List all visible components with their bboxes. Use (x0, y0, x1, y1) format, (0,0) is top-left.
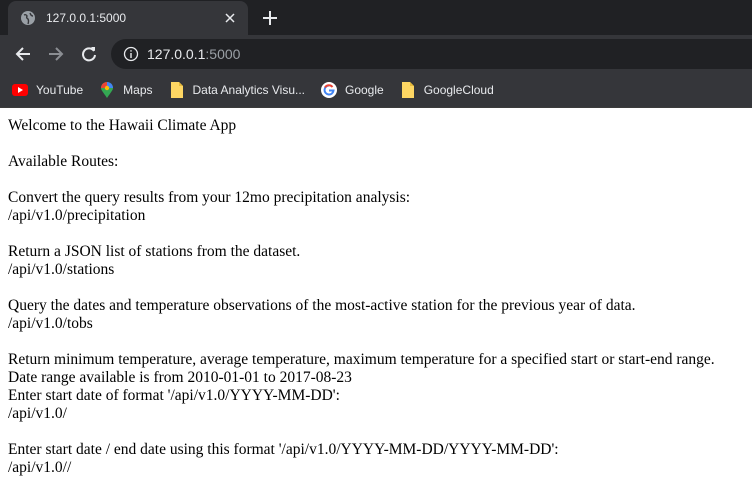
folder-icon (169, 82, 185, 98)
url-host: 127.0.0.1 (147, 46, 206, 62)
bookmark-googlecloud[interactable]: GoogleCloud (400, 82, 494, 98)
new-tab-button[interactable] (258, 6, 282, 30)
range-format-text: Enter start date / end date using this f… (8, 441, 559, 458)
bookmark-youtube[interactable]: YouTube (12, 82, 83, 98)
arrow-right-icon (49, 47, 64, 61)
bookmark-label: GoogleCloud (423, 83, 494, 97)
date-range-text: Date range available is from 2010-01-01 … (8, 369, 352, 386)
stations-description: Return a JSON list of stations from the … (8, 243, 301, 260)
precipitation-route: /api/v1.0/precipitation (8, 207, 146, 224)
bookmark-google[interactable]: Google (321, 82, 384, 98)
back-button[interactable] (8, 39, 38, 69)
bookmark-maps[interactable]: Maps (99, 82, 153, 98)
address-bar[interactable]: 127.0.0.1:5000 (111, 39, 752, 69)
range-route: /api/v1.0// (8, 459, 72, 476)
google-icon (321, 82, 337, 98)
navigation-toolbar: 127.0.0.1:5000 (0, 35, 752, 73)
plus-icon (263, 11, 277, 25)
info-icon[interactable] (123, 46, 139, 62)
bookmark-label: Google (345, 83, 384, 97)
start-format-text: Enter start date of format '/api/v1.0/YY… (8, 387, 340, 404)
browser-chrome: 127.0.0.1:5000 127.0.0.1:5000 YouTube M… (0, 0, 752, 108)
youtube-icon (12, 82, 28, 98)
maps-icon (99, 82, 115, 98)
url-port: :5000 (205, 46, 241, 62)
tobs-route: /api/v1.0/tobs (8, 315, 93, 332)
browser-tab[interactable]: 127.0.0.1:5000 (8, 1, 248, 35)
welcome-text: Welcome to the Hawaii Climate App (8, 117, 237, 134)
routes-heading: Available Routes: (8, 153, 119, 170)
precipitation-description: Convert the query results from your 12mo… (8, 189, 411, 206)
stations-route: /api/v1.0/stations (8, 261, 115, 278)
bookmark-label: Maps (123, 83, 153, 97)
tab-title: 127.0.0.1:5000 (46, 11, 127, 25)
folder-icon (400, 82, 416, 98)
reload-icon (82, 47, 96, 62)
bookmark-label: YouTube (36, 83, 84, 97)
bookmark-data-analytics[interactable]: Data Analytics Visu... (169, 82, 306, 98)
reload-button[interactable] (74, 39, 104, 69)
page-content: Welcome to the Hawaii Climate App Availa… (0, 108, 752, 477)
bookmarks-bar: YouTube Maps Data Analytics Visu... Goog… (0, 73, 752, 108)
start-route: /api/v1.0/ (8, 405, 67, 422)
tobs-description: Query the dates and temperature observat… (8, 297, 636, 314)
tab-strip: 127.0.0.1:5000 (0, 0, 752, 35)
bookmark-label: Data Analytics Visu... (192, 83, 306, 97)
close-tab-icon[interactable] (222, 10, 238, 26)
forward-button[interactable] (41, 39, 71, 69)
arrow-left-icon (15, 47, 30, 61)
globe-icon (20, 10, 36, 26)
temperature-description: Return minimum temperature, average temp… (8, 351, 715, 368)
